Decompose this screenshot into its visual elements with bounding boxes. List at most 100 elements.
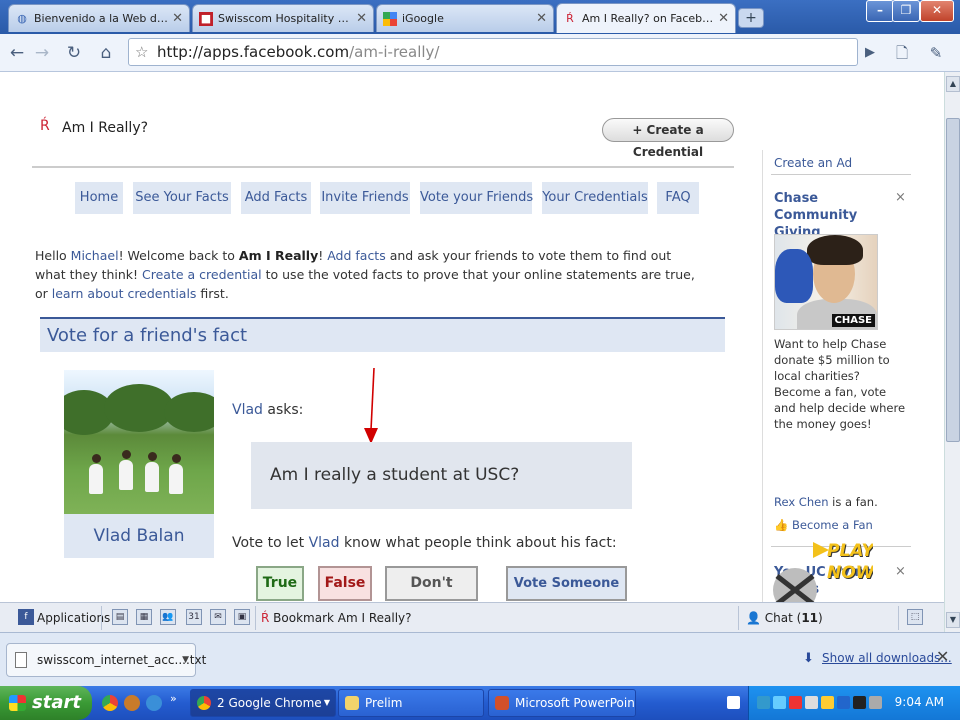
tray-icon-3[interactable] xyxy=(805,696,818,709)
friend-photo[interactable] xyxy=(64,370,214,514)
reload-icon[interactable]: ↻ xyxy=(62,41,86,65)
start-button[interactable]: start xyxy=(0,686,92,720)
learn-credentials-link[interactable]: learn about credentials xyxy=(52,286,197,301)
wrench-icon[interactable]: ✎ xyxy=(924,41,948,65)
tab-close-icon[interactable]: ✕ xyxy=(536,11,547,26)
windows-flag-icon xyxy=(9,695,26,711)
close-window-button[interactable]: ✕ xyxy=(920,0,954,22)
show-all-downloads-link[interactable]: Show all downloads... xyxy=(822,651,952,665)
chrome-icon xyxy=(197,696,211,710)
asks-line: Vlad asks: xyxy=(232,402,303,418)
tab-igoogle[interactable]: iGoogle ✕ xyxy=(376,4,554,32)
tab-close-icon[interactable]: ✕ xyxy=(172,11,183,26)
become-fan-link[interactable]: 👍 Become a Fan xyxy=(774,517,873,533)
network-tray-icon[interactable] xyxy=(773,696,786,709)
bar-separator xyxy=(255,606,256,630)
scroll-thumb[interactable] xyxy=(946,118,960,442)
nav-faq[interactable]: FAQ xyxy=(657,182,699,214)
bookmark-star-icon[interactable]: ☆ xyxy=(135,39,148,65)
forward-icon[interactable]: → xyxy=(30,41,54,65)
friends-icon[interactable]: 👥 xyxy=(160,609,176,625)
user-link[interactable]: Michael xyxy=(71,248,119,263)
chat-label: Chat ( xyxy=(764,611,802,625)
app-icon-4[interactable]: ▣ xyxy=(234,609,250,625)
tray-icon-4[interactable] xyxy=(821,696,834,709)
chevron-down-icon[interactable]: ▼ xyxy=(182,644,189,676)
nav-see-your-facts[interactable]: See Your Facts xyxy=(133,182,231,214)
address-bar[interactable]: ☆ http://apps.facebook.com/am-i-really/ xyxy=(128,38,858,66)
applications-button[interactable]: Applications xyxy=(37,608,110,628)
task-prelim[interactable]: Prelim xyxy=(338,689,484,717)
create-credential-button[interactable]: + Create a Credential xyxy=(602,118,734,159)
friend-name-link[interactable]: Vlad Balan xyxy=(64,514,214,558)
app-icon-1[interactable]: ▤ xyxy=(112,609,128,625)
chat-button[interactable]: 👤 Chat (11) xyxy=(746,608,823,628)
notifications-icon[interactable]: ⬚ xyxy=(907,609,923,625)
photo-detail xyxy=(164,392,214,432)
maximize-button[interactable]: ❐ xyxy=(892,0,920,22)
vote-dont-know-button[interactable]: Don't Know xyxy=(385,566,478,601)
vote-friend-link[interactable]: Vlad xyxy=(309,535,340,551)
create-credential-link[interactable]: Create a credential xyxy=(142,267,262,282)
create-ad-link[interactable]: Create an Ad xyxy=(774,156,852,170)
ad-close-icon[interactable]: × xyxy=(895,564,906,579)
app-name[interactable]: Am I Really? xyxy=(62,120,148,136)
tab-close-icon[interactable]: ✕ xyxy=(356,11,367,26)
bluetooth-tray-icon[interactable] xyxy=(837,696,850,709)
tab-bienvenido[interactable]: ◍ Bienvenido a la Web de Ae... ✕ xyxy=(8,4,190,32)
vote-someone-else-button[interactable]: Vote Someone Else xyxy=(506,566,627,601)
page-menu-icon[interactable]: 🗋 xyxy=(890,41,914,65)
new-tab-button[interactable]: + xyxy=(738,8,764,28)
nav-your-credentials[interactable]: Your Credentials xyxy=(542,182,648,214)
tab-close-icon[interactable]: ✕ xyxy=(718,11,729,26)
add-facts-link[interactable]: Add facts xyxy=(327,248,386,263)
quicklaunch-expand-icon[interactable]: » xyxy=(170,692,177,705)
calendar-icon[interactable]: 31 xyxy=(186,609,202,625)
scroll-up-icon[interactable]: ▲ xyxy=(946,76,960,92)
back-icon[interactable]: ← xyxy=(5,41,29,65)
tab-am-i-really[interactable]: Ŕ Am I Really? on Facebook ✕ xyxy=(556,3,736,33)
scroll-down-icon[interactable]: ▼ xyxy=(946,612,960,628)
page-scrollbar[interactable]: ▲ ▼ xyxy=(944,72,960,632)
tray-icon-5[interactable] xyxy=(853,696,866,709)
help-tray-icon[interactable] xyxy=(727,696,740,709)
close-downloads-icon[interactable]: ✕ xyxy=(936,647,949,666)
fan-name-link[interactable]: Rex Chen xyxy=(774,495,829,509)
taskbar-clock: 9:04 AM xyxy=(894,695,944,709)
ad-chase-image[interactable]: CHASE xyxy=(774,234,878,330)
home-icon[interactable]: ⌂ xyxy=(94,41,118,65)
go-icon[interactable]: ▶ xyxy=(858,41,882,65)
bar-separator xyxy=(898,606,899,630)
nav-home[interactable]: Home xyxy=(75,182,123,214)
quicklaunch-icon-2[interactable] xyxy=(124,695,140,711)
nav-vote-your-friends[interactable]: Vote your Friends xyxy=(420,182,533,214)
chat-person-icon: 👤 xyxy=(746,611,761,625)
text-file-icon xyxy=(15,652,27,668)
tray-icon-1[interactable] xyxy=(757,696,770,709)
minimize-button[interactable]: – xyxy=(866,0,894,22)
tab-title: Swisscom Hospitality Servic... xyxy=(218,12,352,25)
nav-invite-friends[interactable]: Invite Friends xyxy=(320,182,410,214)
browser-tabstrip: ◍ Bienvenido a la Web de Ae... ✕ ■ Swiss… xyxy=(0,0,960,34)
tab-swisscom[interactable]: ■ Swisscom Hospitality Servic... ✕ xyxy=(192,4,374,32)
nav-add-facts[interactable]: Add Facts xyxy=(241,182,311,214)
ad-chase-body: Want to help Chase donate $5 million to … xyxy=(774,337,906,431)
vote-true-button[interactable]: True xyxy=(256,566,304,601)
tray-icon-2[interactable] xyxy=(789,696,802,709)
app-icon-2[interactable]: ▦ xyxy=(136,609,152,625)
quicklaunch-icon-3[interactable] xyxy=(146,695,162,711)
ad-uci-image[interactable]: PLAY NOW xyxy=(773,536,873,602)
download-item[interactable]: swisscom_internet_acc....txt ▼ xyxy=(6,643,206,677)
task-google-chrome[interactable]: 2 Google Chrome ▼ xyxy=(190,689,336,717)
vote-text: Vote to let xyxy=(232,535,309,551)
tray-icon-6[interactable] xyxy=(869,696,882,709)
chrome-quicklaunch-icon[interactable] xyxy=(102,695,118,711)
bookmark-app-button[interactable]: Ŕ Bookmark Am I Really? xyxy=(261,608,412,628)
ad-close-icon[interactable]: × xyxy=(895,190,906,205)
asker-link[interactable]: Vlad xyxy=(232,402,263,418)
globe-icon: ◍ xyxy=(17,12,27,25)
vote-false-button[interactable]: False xyxy=(318,566,372,601)
browser-toolbar: ← → ↻ ⌂ ☆ http://apps.facebook.com/am-i-… xyxy=(0,34,960,72)
task-powerpoint[interactable]: Microsoft PowerPoint ... xyxy=(488,689,636,717)
app-icon-3[interactable]: ✉ xyxy=(210,609,226,625)
